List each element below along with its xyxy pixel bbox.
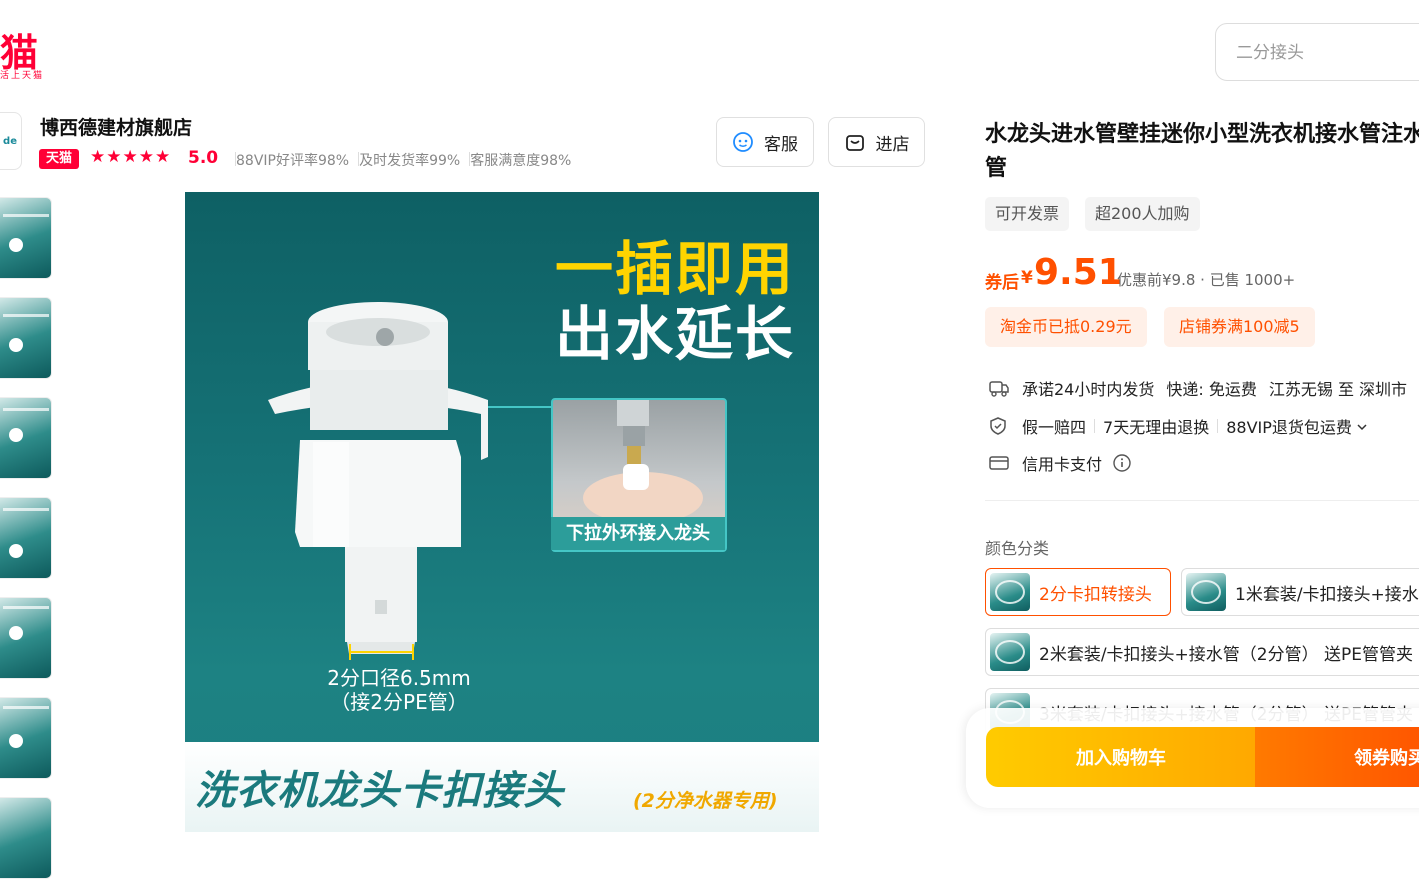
shipping-promise: 承诺24小时内发货 [1022,380,1155,399]
tmall-logo-slogan: 活上天猫 [0,71,45,81]
payment-method: 信用卡支付 [1022,455,1103,474]
sku-option[interactable]: 2分卡扣转接头 [985,568,1171,616]
shop-logo[interactable]: de [0,112,22,170]
sku-option[interactable]: 1米套装/卡扣接头+接水管（2分管）送PE管管夹 [1181,568,1419,616]
guarantee-divider [1217,419,1219,433]
inset-caption: 下拉外环接入龙头 [551,517,725,550]
tmall-badge: 天猫 [39,149,79,169]
sku-thumbnail [1186,573,1226,611]
chat-bot-icon [733,132,753,152]
star-rating-icon: ★★★★★ [90,147,172,167]
gallery-thumbnail[interactable] [0,197,52,279]
tag-invoice: 可开发票 [985,197,1070,231]
sku-option-label: 1米套装/卡扣接头+接水管（2分管）送PE管管夹 [1235,584,1419,605]
shop-rating: 5.0 [188,148,219,168]
price-label: 券后 [985,273,1019,293]
spec-text: 2分口径6.5mm （接2分PE管） [285,666,513,714]
payment-row: 信用卡支付 [988,451,1132,475]
guarantee-vip-return: 88VIP退货包运费 [1226,418,1352,437]
guarantee-return: 7天无理由退换 [1103,418,1210,437]
shipping-route[interactable]: 江苏无锡 至 深圳市 [1269,376,1407,400]
sku-label: 颜色分类 [985,539,1050,558]
sku-option[interactable]: 2米套装/卡扣接头+接水管（2分管） 送PE管管夹 [985,628,1419,676]
main-product-image[interactable]: 一插即用 出水延长 下拉外环接入龙头 2分口径6.5mm （接2分PE管） 洗衣… [185,192,819,832]
enter-store-label: 进店 [875,134,910,155]
gallery-thumbnail[interactable] [0,397,52,479]
spec-line-2: （接2分PE管） [330,690,468,714]
gallery-thumbnail[interactable] [0,497,52,579]
truck-icon [988,378,1010,398]
shop-stat-service: 客服满意度98% [470,153,572,169]
tag-cart-count: 超200人加购 [1085,197,1200,231]
gallery-thumbnail[interactable] [0,797,52,879]
sku-option-label: 2米套装/卡扣接头+接水管（2分管） 送PE管管夹 [1039,644,1413,665]
enter-store-button[interactable]: 进店 [828,117,925,167]
product-title: 水龙头进水管壁挂迷你小型洗衣机接水管注水管 [985,122,1419,181]
currency-symbol: ¥ [1021,268,1033,288]
chevron-down-icon[interactable] [1356,417,1368,436]
guarantee-fake-compensation: 假一赔四 [1022,418,1087,437]
coupon-taojinbi[interactable]: 淘金币已抵0.29元 [985,307,1147,347]
sku-thumbnail [990,573,1030,611]
gallery-thumbnail[interactable] [0,597,52,679]
guarantee-divider [1094,419,1096,433]
search-input[interactable] [1234,42,1418,64]
shipping-row: 承诺24小时内发货 快递: 免运费 江苏无锡 至 深圳市 [988,376,1407,400]
slogan-line-2: 出水延长 [554,300,795,368]
customer-service-button[interactable]: 客服 [716,117,814,167]
spec-line-1: 2分口径6.5mm [327,666,471,690]
banner-title: 洗衣机龙头卡扣接头 [195,768,564,814]
shipping-express: 快递: 免运费 [1166,380,1257,399]
shop-stat-shipping: 及时发货率99% [359,153,461,169]
gallery-thumbnail[interactable] [0,697,52,779]
shield-icon [988,416,1010,436]
section-divider [985,500,1419,501]
price: 9.51 [1034,252,1123,293]
add-to-cart-button[interactable]: 加入购物车 [986,727,1256,787]
banner-subtitle: (2分净水器专用) [633,790,778,812]
shop-stats: 88VIP好评率98% 及时发货率99% 客服满意度98% [226,150,571,170]
credit-card-icon [988,454,1010,472]
info-icon[interactable] [1112,453,1132,473]
shop-stat-good-review: 88VIP好评率98% [236,153,350,169]
gallery-thumbnail[interactable] [0,297,52,379]
buy-now-button[interactable]: 领券购买 [1255,727,1419,787]
customer-service-label: 客服 [764,134,798,155]
price-note: 优惠前¥9.8 · 已售 1000+ [1117,271,1296,289]
sku-thumbnail [990,633,1030,671]
shop-name[interactable]: 博西德建材旗舰店 [40,113,192,140]
coupon-store[interactable]: 店铺券满100减5 [1164,307,1315,347]
guarantee-row[interactable]: 假一赔四 7天无理由退换 88VIP退货包运费 [988,414,1368,438]
sku-option-label: 2分卡扣转接头 [1039,584,1152,605]
store-icon [845,135,864,151]
search-box[interactable] [1215,23,1419,81]
